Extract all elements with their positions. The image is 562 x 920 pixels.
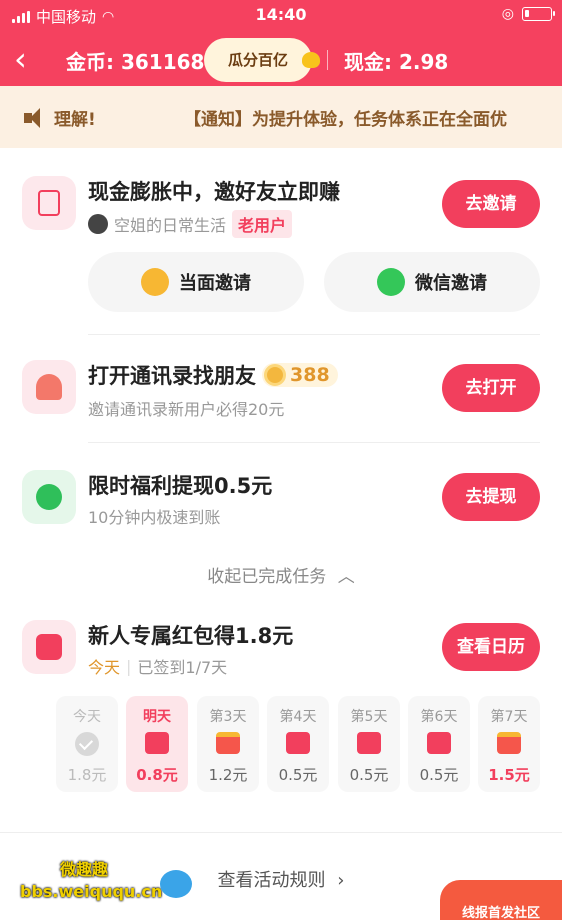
scan-icon (141, 268, 169, 296)
day-card: 第3天 1.2元 (197, 696, 259, 792)
coin-icon (264, 364, 286, 386)
navbar: ‹ 金币: 361168 瓜分百亿 现金: 2.98 (0, 34, 562, 86)
redpacket-task-icon (22, 620, 76, 674)
status-right: ◎ (501, 6, 555, 22)
coin-reward-badge: 388 (262, 363, 338, 387)
withdraw-task-icon (22, 470, 76, 524)
open-contacts-button[interactable]: 去打开 (442, 364, 540, 412)
notice-bar[interactable]: 理解! 【通知】为提升体验，任务体系正在全面优 (0, 86, 562, 148)
checkmark-icon (75, 732, 99, 756)
withdraw-task-title: 限时福利提现0.5元 (88, 474, 273, 498)
red-packet-icon (145, 732, 169, 754)
chevron-right-icon: › (337, 870, 345, 891)
day-label: 第6天 (420, 709, 458, 725)
separator: | (126, 656, 132, 676)
orientation-lock-icon: ◎ (501, 6, 514, 22)
contacts-task-title-row: 打开通讯录找朋友 388 (88, 360, 338, 390)
day-label: 第4天 (279, 709, 317, 725)
day-label: 第7天 (490, 709, 528, 725)
wechat-invite-button[interactable]: 微信邀请 (324, 252, 540, 312)
red-envelope-icon (38, 190, 60, 216)
watermark-title: 微趣趣 (60, 860, 109, 879)
split-billions-button[interactable]: 瓜分百亿 (204, 38, 320, 82)
navbar-divider (327, 50, 328, 70)
day-card: 第7天 1.5元 (478, 696, 540, 792)
speaker-icon (24, 107, 46, 128)
invite-task-icon (22, 176, 76, 230)
withdraw-task-subtitle: 10分钟内极速到账 (88, 508, 221, 527)
status-time: 14:40 (255, 5, 307, 24)
view-calendar-button[interactable]: 查看日历 (442, 623, 540, 671)
day-card: 今天 1.8元 (56, 696, 118, 792)
contacts-task-icon (22, 360, 76, 414)
contacts-task-title: 打开通讯录找朋友 (88, 364, 256, 388)
corner-badge[interactable]: 线报首发社区 (440, 880, 562, 920)
footer-divider (0, 832, 562, 833)
cash-balance: 现金: 2.98 (344, 50, 449, 74)
battery-icon (522, 7, 555, 21)
watermark-url: bbs.weiququ.cn (20, 882, 163, 901)
check-bubble-icon (36, 484, 62, 510)
day-value: 1.5元 (488, 766, 530, 784)
checkin-days: 今天 1.8元 明天 0.8元 第3天 1.2元 第4天 0.5元 第5天 0.… (56, 696, 540, 792)
status-bar: 中国移动 ◠ 14:40 ◎ (0, 0, 562, 30)
day-label: 今天 (73, 709, 101, 725)
coin-balance: 金币: 361168 (66, 50, 205, 74)
withdraw-button[interactable]: 去提现 (442, 473, 540, 521)
red-packet-icon (286, 732, 310, 754)
invite-task-subtitle: 空姐的日常生活 老用户 (88, 210, 293, 238)
day-card: 明天 0.8元 (126, 696, 188, 792)
wechat-invite-label: 微信邀请 (415, 273, 487, 294)
corner-label: 线报首发社区 (461, 906, 540, 920)
face-invite-button[interactable]: 当面邀请 (88, 252, 304, 312)
day-value: 1.2元 (208, 766, 248, 784)
chevron-up-icon: ︿ (337, 567, 355, 587)
day-card: 第6天 0.5元 (408, 696, 470, 792)
day-value: 0.5元 (419, 766, 459, 784)
rules-label: 查看活动规则 (217, 870, 326, 891)
coin-reward-amount: 388 (290, 364, 330, 386)
notice-prefix: 理解! (54, 110, 96, 130)
day-value: 0.5元 (278, 766, 318, 784)
user-tag: 老用户 (232, 210, 293, 238)
day-card: 第5天 0.5元 (338, 696, 400, 792)
today-label: 今天 (88, 658, 121, 677)
invite-button[interactable]: 去邀请 (442, 180, 540, 228)
collapse-label: 收起已完成任务 (207, 567, 327, 587)
users-icon (36, 374, 62, 400)
red-packet-icon (357, 732, 381, 754)
user-name: 空姐的日常生活 (114, 216, 227, 235)
collapse-completed-toggle[interactable]: 收起已完成任务 ︿ (0, 562, 562, 587)
divider (88, 442, 540, 443)
gift-icon (497, 732, 521, 754)
back-icon[interactable]: ‹ (14, 42, 44, 78)
day-card: 第4天 0.5元 (267, 696, 329, 792)
contacts-task-subtitle: 邀请通讯录新用户必得20元 (88, 400, 285, 419)
notice-prefix-group: 理解! (24, 105, 96, 130)
header: 中国移动 ◠ 14:40 ◎ ‹ 金币: 361168 瓜分百亿 现金: 2.9… (0, 0, 562, 86)
divider (88, 334, 540, 335)
redpacket-task-subtitle: 今天 | 已签到1/7天 (88, 654, 227, 678)
redpacket-task-title: 新人专属红包得1.8元 (88, 624, 294, 648)
avatar (88, 214, 108, 234)
day-value: 1.8元 (67, 766, 107, 784)
gift-icon (216, 732, 240, 754)
day-label: 明天 (143, 709, 171, 725)
watermark: 微趣趣 bbs.weiququ.cn (20, 856, 162, 901)
wechat-icon (377, 268, 405, 296)
calendar-icon (36, 634, 62, 660)
face-invite-label: 当面邀请 (179, 273, 251, 294)
day-value: 0.8元 (136, 766, 178, 784)
invite-task-title: 现金膨胀中，邀好友立即赚 (88, 180, 340, 204)
red-packet-icon (427, 732, 451, 754)
day-value: 0.5元 (349, 766, 389, 784)
signed-progress: 已签到1/7天 (137, 658, 228, 677)
watermark-mascot-icon (160, 870, 192, 898)
day-label: 第5天 (350, 709, 388, 725)
notice-message: 【通知】为提升体验，任务体系正在全面优 (184, 110, 507, 130)
day-label: 第3天 (209, 709, 247, 725)
